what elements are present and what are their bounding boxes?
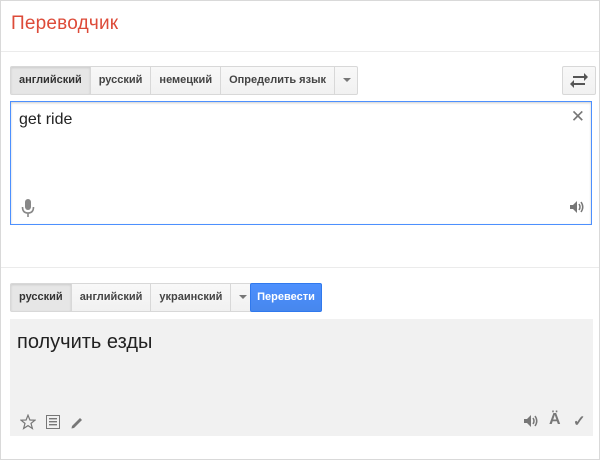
- pencil-icon[interactable]: [70, 414, 84, 430]
- section-divider: [1, 267, 599, 268]
- list-icon[interactable]: [46, 414, 60, 430]
- star-icon[interactable]: [20, 414, 36, 430]
- translation-result-text[interactable]: получить езды: [17, 331, 152, 354]
- speaker-icon[interactable]: [523, 414, 539, 428]
- translator-window: Переводчик английский русский немецкий О…: [0, 0, 600, 460]
- app-title: Переводчик: [11, 13, 119, 34]
- target-lang-ukrainian[interactable]: украинский: [151, 284, 232, 311]
- translate-button[interactable]: Перевести: [250, 283, 322, 312]
- close-icon[interactable]: ✕: [571, 108, 585, 125]
- target-lang-english[interactable]: английский: [72, 284, 152, 311]
- checkmark-icon[interactable]: ✓: [573, 412, 586, 430]
- source-language-bar: английский русский немецкий Определить я…: [10, 66, 358, 95]
- target-language-bar: русский английский украинский: [10, 283, 255, 312]
- translation-result-area: получить езды Ä ✓: [10, 319, 593, 436]
- source-lang-german[interactable]: немецкий: [151, 67, 222, 94]
- microphone-icon[interactable]: [21, 198, 35, 218]
- transliteration-icon[interactable]: Ä: [549, 411, 561, 429]
- source-text-area[interactable]: get ride ✕: [10, 101, 592, 225]
- speaker-icon[interactable]: [569, 200, 585, 214]
- swap-languages-button[interactable]: [562, 66, 596, 95]
- source-lang-dropdown[interactable]: [335, 67, 357, 94]
- swap-languages-icon: [570, 73, 588, 88]
- chevron-down-icon: [342, 78, 351, 82]
- title-divider: [1, 51, 599, 52]
- chevron-down-icon: [239, 295, 248, 299]
- target-lang-russian[interactable]: русский: [11, 284, 72, 311]
- source-lang-english[interactable]: английский: [11, 67, 91, 94]
- source-text[interactable]: get ride: [19, 111, 72, 129]
- source-lang-detect[interactable]: Определить язык: [221, 67, 335, 94]
- source-lang-russian[interactable]: русский: [91, 67, 152, 94]
